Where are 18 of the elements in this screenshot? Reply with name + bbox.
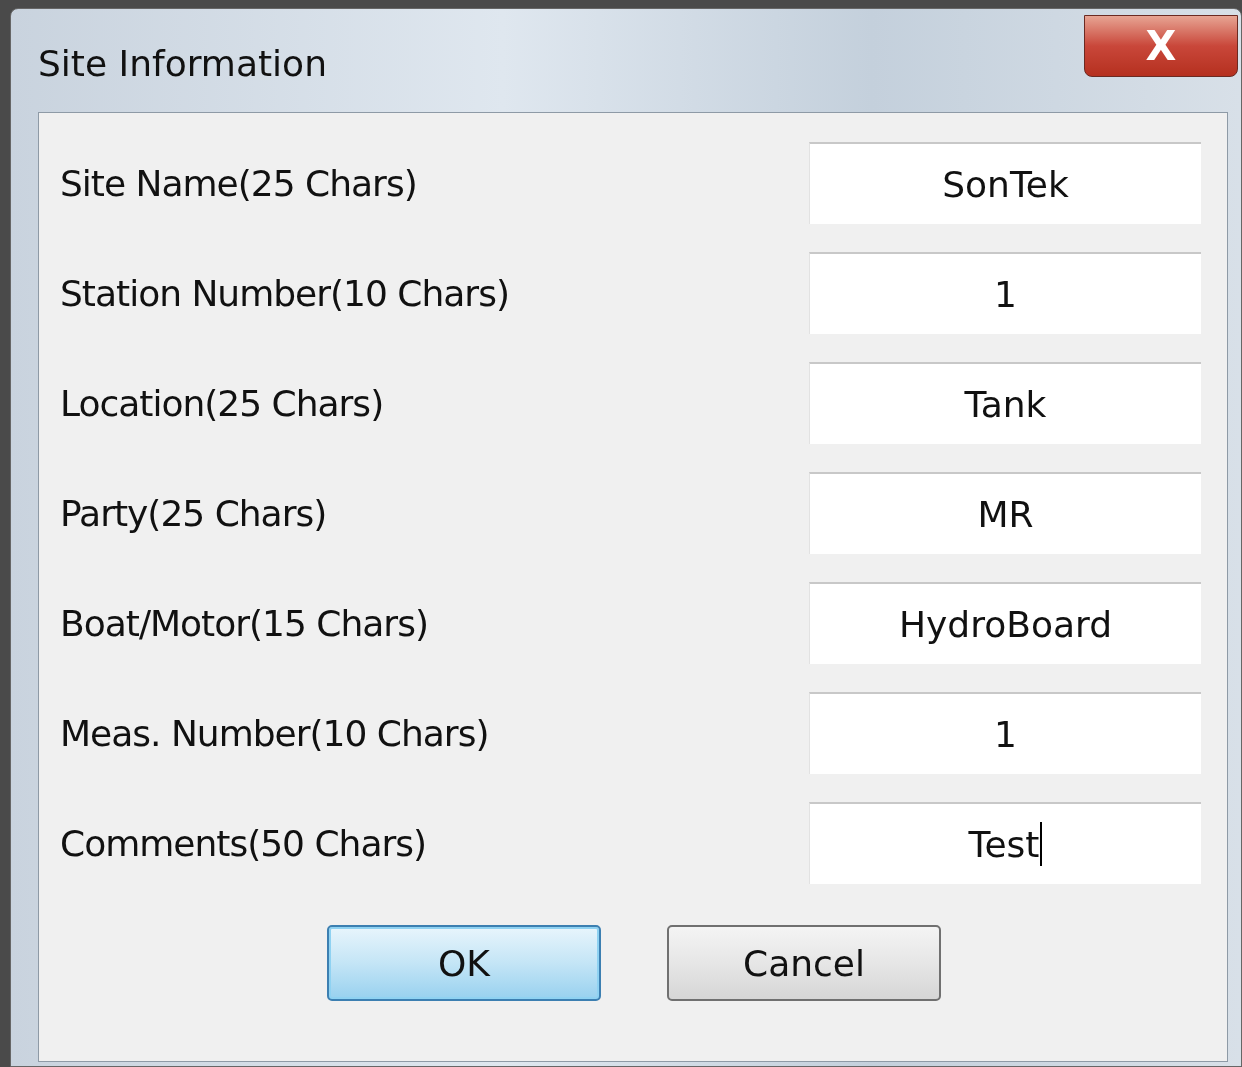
field-label: Location(25 Chars) <box>60 382 384 424</box>
field-label: Boat/Motor(15 Chars) <box>60 602 428 644</box>
field-label: Station Number(10 Chars) <box>60 272 509 314</box>
input-field[interactable]: 1 <box>809 252 1201 334</box>
input-field[interactable]: 1 <box>809 692 1201 774</box>
close-button[interactable]: X <box>1084 15 1238 77</box>
input-field[interactable]: Tank <box>809 362 1201 444</box>
input-field[interactable]: SonTek <box>809 142 1201 224</box>
cancel-button[interactable]: Cancel <box>667 925 941 1001</box>
field-label: Comments(50 Chars) <box>60 822 427 864</box>
field-label: Party(25 Chars) <box>60 492 327 534</box>
input-field[interactable]: HydroBoard <box>809 582 1201 664</box>
window-title: Site Information <box>38 43 327 84</box>
ok-button[interactable]: OK <box>327 925 601 1001</box>
field-label: Site Name(25 Chars) <box>60 162 417 204</box>
input-field[interactable]: Test <box>809 802 1201 884</box>
field-label: Meas. Number(10 Chars) <box>60 712 489 754</box>
input-field[interactable]: MR <box>809 472 1201 554</box>
